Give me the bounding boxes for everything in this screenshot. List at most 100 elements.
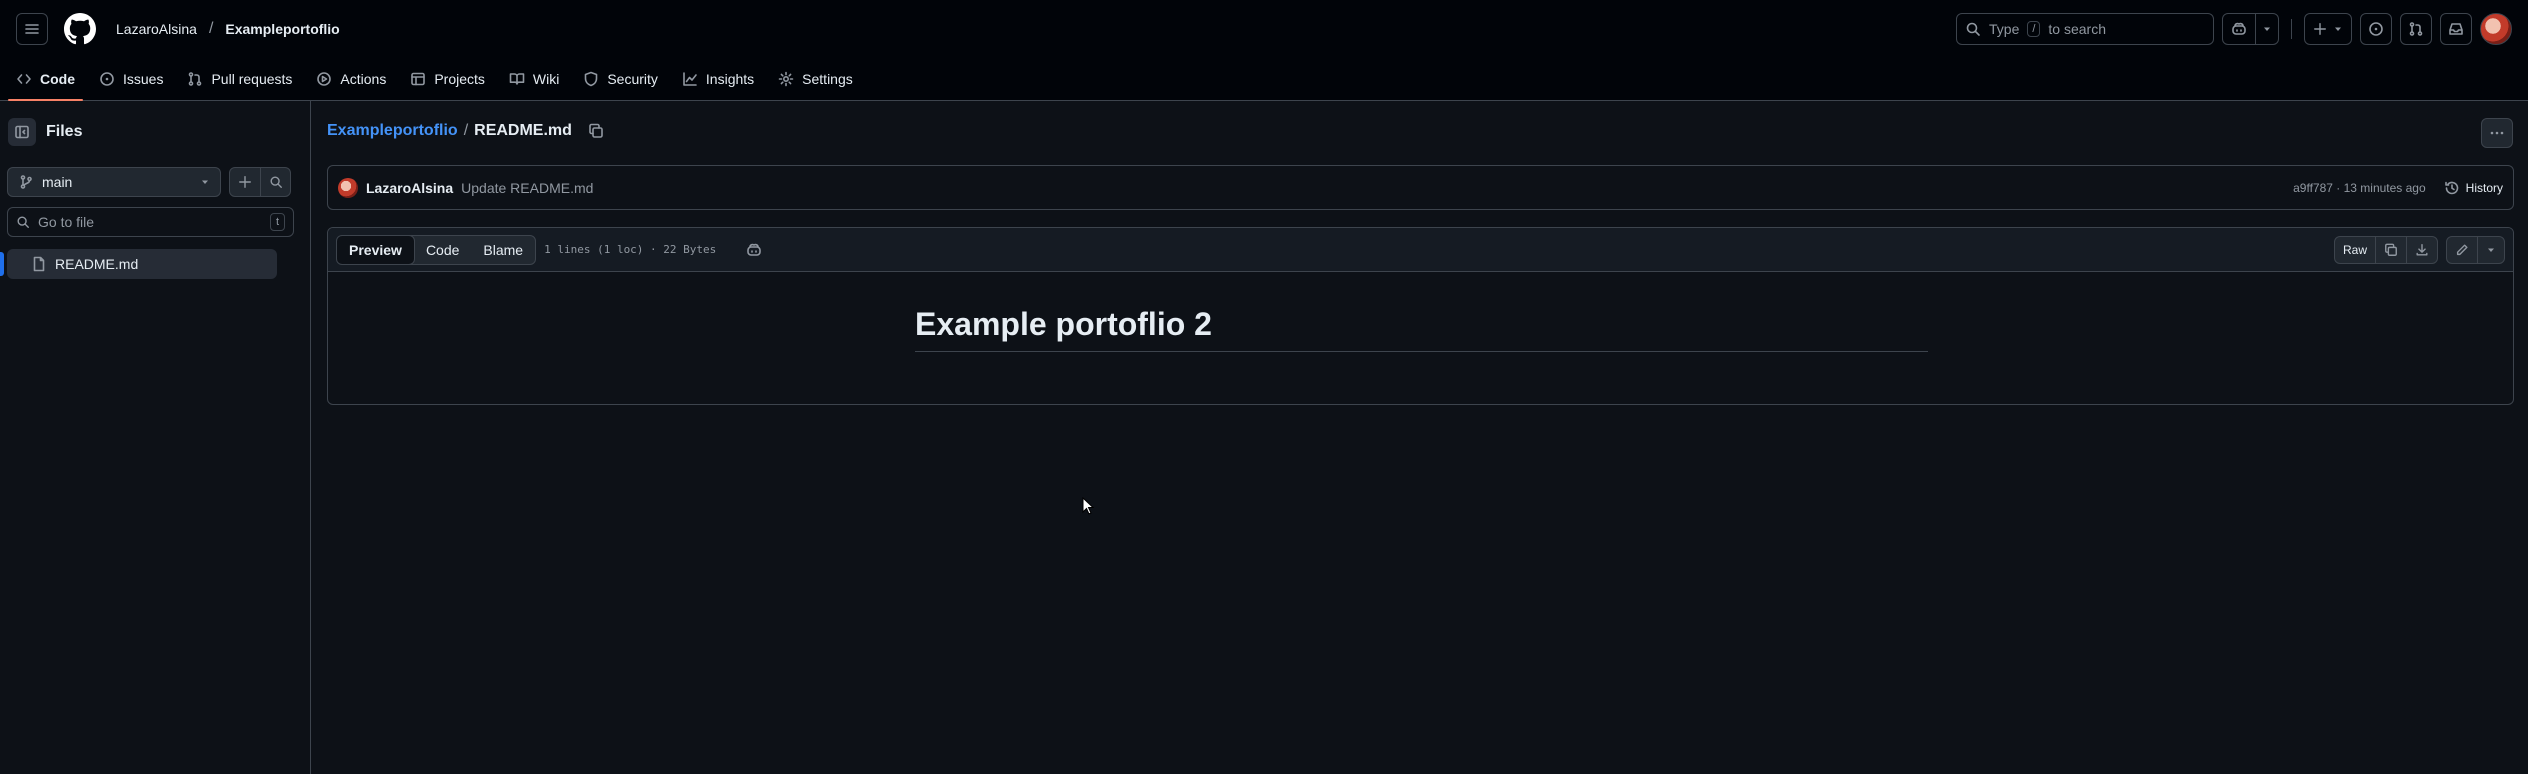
tab-settings[interactable]: Settings [770, 63, 861, 95]
selected-file-indicator [0, 252, 4, 276]
commit-author-avatar[interactable] [338, 177, 358, 198]
issue-opened-icon [100, 72, 114, 86]
tab-code[interactable]: Code [8, 63, 83, 101]
download-button[interactable] [2406, 236, 2437, 263]
chevron-down-icon [2488, 248, 2494, 252]
search-placeholder-prefix: Type [1989, 21, 2020, 37]
global-header: LazaroAlsina / Exampleportoflio Type / to … [0, 0, 2528, 58]
history-button[interactable]: History [2444, 180, 2503, 196]
tab-wiki[interactable]: Wiki [501, 63, 567, 95]
copilot-button[interactable] [2222, 13, 2279, 45]
tree-item-label: README.md [55, 256, 139, 272]
mouse-cursor-icon [1082, 497, 1094, 515]
add-file-button[interactable] [230, 168, 260, 196]
readme-content: Example portoflio 2 [915, 306, 1928, 352]
raw-copy-download-group: Raw [2333, 235, 2438, 264]
context-separator: / [208, 20, 214, 37]
tab-code-label: Code [40, 71, 75, 87]
issue-opened-icon [2369, 22, 2383, 36]
tab-issues[interactable]: Issues [91, 63, 171, 95]
commit-message[interactable]: Update README.md [461, 180, 593, 196]
context-breadcrumb: LazaroAlsina / Exampleportoflio [110, 17, 346, 41]
plus-icon [239, 176, 251, 188]
readme-heading: Example portoflio 2 [915, 306, 1928, 352]
play-icon [317, 72, 332, 86]
pull-requests-button[interactable] [2400, 13, 2432, 45]
tab-code-view[interactable]: Code [414, 236, 471, 264]
search-input[interactable]: Type / to search [1956, 13, 2214, 45]
create-new-button[interactable] [2304, 13, 2352, 45]
copilot-icon[interactable] [2223, 14, 2255, 44]
issues-button[interactable] [2360, 13, 2392, 45]
user-avatar[interactable] [2480, 13, 2512, 45]
collapse-sidebar-button[interactable] [8, 118, 36, 146]
tab-preview[interactable]: Preview [337, 235, 415, 264]
github-logo-icon[interactable] [64, 13, 96, 45]
view-mode-tabs: Preview Code Blame [336, 234, 537, 265]
copy-raw-button[interactable] [2375, 236, 2406, 263]
tab-projects[interactable]: Projects [402, 63, 493, 95]
branch-selector[interactable]: main [7, 167, 221, 197]
plus-icon[interactable] [2305, 14, 2351, 44]
inbox-icon [2449, 23, 2463, 35]
latest-commit-bar: LazaroAlsina Update README.md a9ff787 · … [327, 165, 2514, 210]
inbox-button[interactable] [2440, 13, 2472, 45]
file-viewer-header: Preview Code Blame 1 lines (1 loc) · 22 … [328, 228, 2513, 272]
copilot-icon[interactable] [746, 242, 762, 258]
search-files-button[interactable] [260, 168, 290, 196]
breadcrumb-separator: / [463, 122, 469, 139]
shield-icon [585, 71, 598, 87]
copy-icon [589, 123, 603, 138]
file-viewer: Preview Code Blame 1 lines (1 loc) · 22 … [327, 227, 2514, 405]
sidebar-title: Files [46, 123, 83, 140]
go-to-file-shortcut: t [269, 213, 285, 231]
branch-name: main [42, 174, 73, 190]
file-breadcrumb: Exampleportoflio / README.md [327, 122, 604, 140]
tab-insights[interactable]: Insights [674, 63, 762, 95]
tab-insights-label: Insights [705, 71, 755, 87]
menu-button[interactable] [16, 13, 48, 45]
search-placeholder-suffix: to search [2048, 21, 2107, 37]
more-options-button[interactable] [2481, 118, 2513, 148]
repo-link[interactable]: Exampleportoflio [219, 17, 345, 41]
copilot-dropdown-icon[interactable] [2255, 14, 2278, 44]
chevron-down-icon [2335, 27, 2341, 31]
tab-issues-label: Issues [123, 71, 164, 87]
raw-button[interactable]: Raw [2335, 237, 2375, 263]
breadcrumb-repo-link[interactable]: Exampleportoflio [327, 122, 458, 140]
breadcrumb-file-name: README.md [474, 122, 572, 139]
tab-blame[interactable]: Blame [471, 236, 535, 264]
chevron-down-icon [202, 180, 208, 184]
tab-pull-requests-label: Pull requests [211, 71, 293, 87]
commit-author[interactable]: LazaroAlsina [366, 180, 453, 196]
search-shortcut-key: / [2027, 21, 2041, 37]
repo-nav: Code Issues Pull requests Actions Projec… [0, 58, 2528, 101]
sidebar-header: Files [0, 101, 310, 146]
history-label: History [2465, 180, 2503, 195]
tab-projects-label: Projects [434, 71, 485, 87]
file-tree-sidebar: Files main Go to file t README.md [0, 101, 311, 774]
commit-meta[interactable]: a9ff787 · 13 minutes ago [2293, 181, 2426, 195]
edit-dropdown-button[interactable] [2477, 236, 2504, 263]
tab-pull-requests[interactable]: Pull requests [179, 63, 300, 95]
tree-item-readme[interactable]: README.md [7, 249, 277, 279]
tab-security[interactable]: Security [575, 63, 666, 95]
owner-link[interactable]: LazaroAlsina [110, 17, 203, 41]
edit-group [2446, 235, 2505, 264]
download-icon [2416, 243, 2428, 256]
header-divider [2291, 19, 2292, 39]
git-pull-request-icon [189, 72, 202, 86]
search-icon [17, 216, 29, 228]
tab-wiki-label: Wiki [532, 71, 560, 87]
git-pull-request-icon [2409, 22, 2423, 36]
pencil-icon [2456, 243, 2468, 255]
tab-actions[interactable]: Actions [308, 63, 394, 95]
tab-settings-label: Settings [802, 71, 853, 87]
copy-icon [2385, 243, 2397, 256]
sidebar-actions [229, 167, 291, 197]
table-icon [411, 72, 426, 86]
edit-button[interactable] [2447, 237, 2477, 263]
copy-path-button[interactable] [588, 123, 604, 139]
go-to-file-input[interactable]: Go to file t [7, 207, 294, 237]
file-actions: Raw [2333, 235, 2505, 264]
